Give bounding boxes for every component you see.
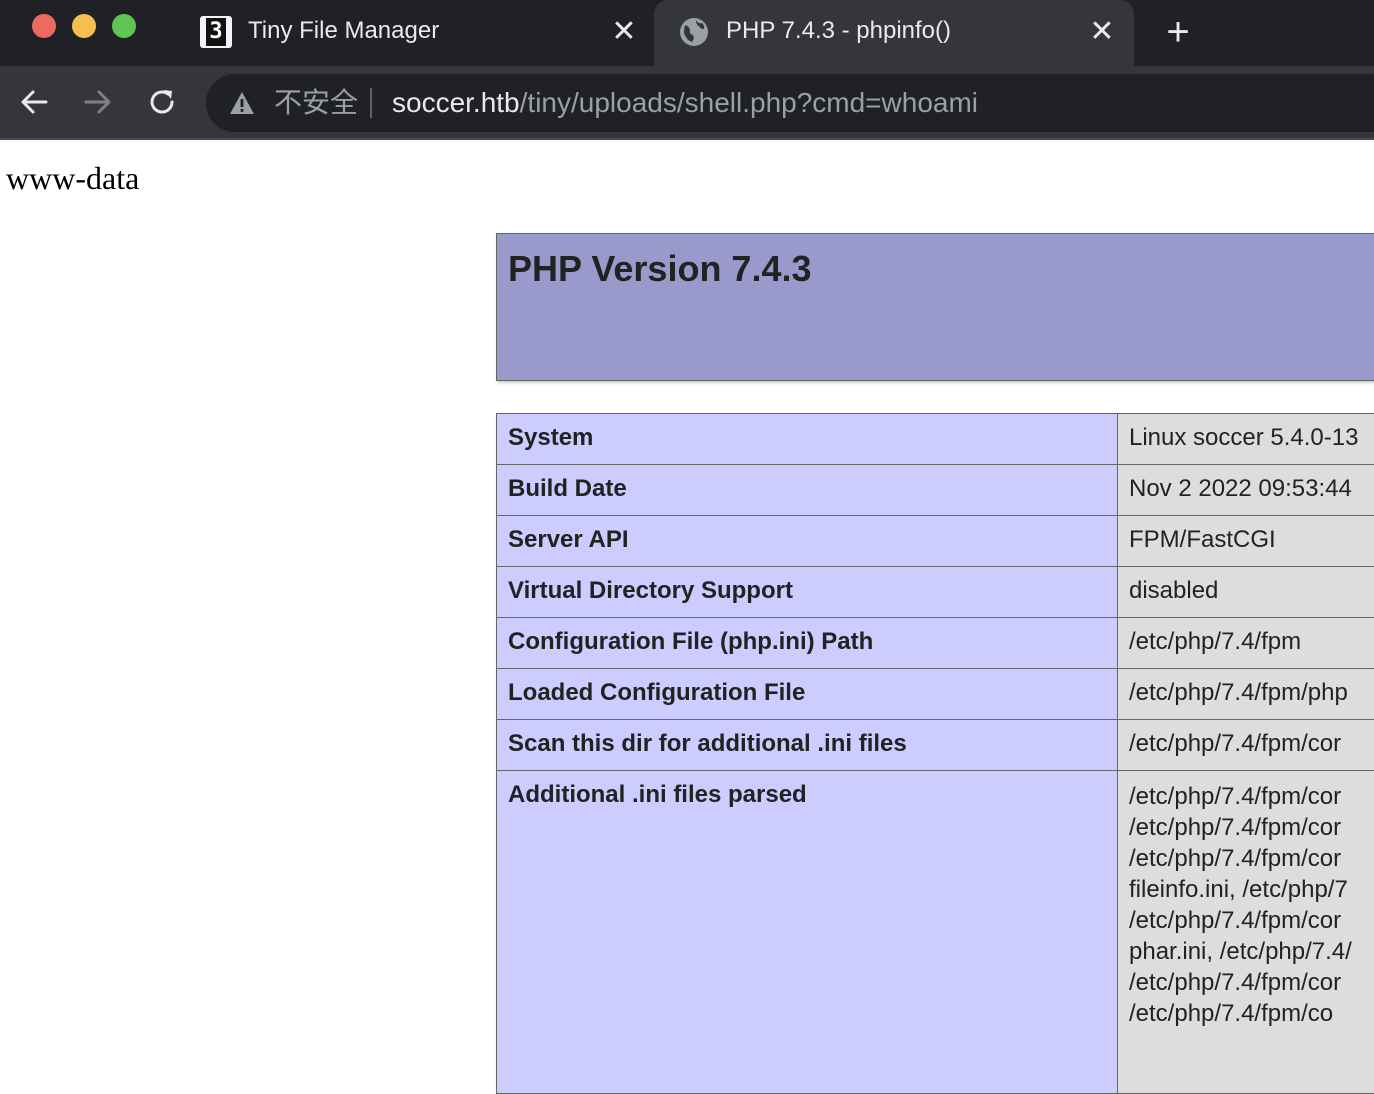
warning-icon[interactable] — [228, 90, 256, 116]
url-text[interactable]: soccer.htb/tiny/uploads/shell.php?cmd=wh… — [392, 87, 978, 119]
close-icon[interactable]: ✕ — [1088, 17, 1116, 47]
table-row: Scan this dir for additional .ini files … — [497, 720, 1374, 771]
table-row: Configuration File (php.ini) Path /etc/p… — [497, 618, 1374, 669]
row-value: /etc/php/7.4/fpm/cor — [1118, 720, 1374, 771]
value-line: phar.ini, /etc/php/7.4/ — [1129, 935, 1374, 968]
tab-phpinfo[interactable]: PHP 7.4.3 - phpinfo() ✕ — [654, 0, 1134, 66]
table-row: Build Date Nov 2 2022 09:53:44 — [497, 465, 1374, 516]
php-version-header: PHP Version 7.4.3 — [496, 233, 1374, 381]
reload-icon[interactable] — [144, 84, 180, 120]
row-value: Linux soccer 5.4.0-13 — [1118, 414, 1374, 465]
window-maximize-button[interactable] — [112, 14, 136, 38]
row-value: Nov 2 2022 09:53:44 — [1118, 465, 1374, 516]
globe-icon — [678, 16, 710, 48]
tiny-file-manager-logo-icon: 3 — [200, 16, 232, 48]
value-line: /etc/php/7.4/fpm/cor — [1129, 780, 1374, 813]
value-line: /etc/php/7.4/fpm/cor — [1129, 904, 1374, 937]
tab-tiny-file-manager[interactable]: 3 Tiny File Manager ✕ — [180, 0, 652, 66]
row-key: Build Date — [497, 465, 1118, 516]
url-path: /tiny/uploads/shell.php?cmd=whoami — [520, 87, 978, 118]
back-arrow-icon[interactable] — [16, 84, 52, 120]
window-minimize-button[interactable] — [72, 14, 96, 38]
value-line: /etc/php/7.4/fpm/cor — [1129, 842, 1374, 875]
value-line: fileinfo.ini, /etc/php/7 — [1129, 873, 1374, 906]
value-line: /etc/php/7.4/fpm/cor — [1129, 966, 1374, 999]
tab-title: PHP 7.4.3 - phpinfo() — [726, 17, 951, 45]
tab-title: Tiny File Manager — [248, 17, 439, 45]
table-row: Loaded Configuration File /etc/php/7.4/f… — [497, 669, 1374, 720]
security-status-label[interactable]: 不安全 — [274, 87, 358, 119]
row-key: Virtual Directory Support — [497, 567, 1118, 618]
row-key: Loaded Configuration File — [497, 669, 1118, 720]
row-value: disabled — [1118, 567, 1374, 618]
new-tab-button[interactable]: + — [1160, 14, 1196, 50]
row-key: Server API — [497, 516, 1118, 567]
row-key: System — [497, 414, 1118, 465]
forward-arrow-icon[interactable] — [80, 84, 116, 120]
command-output: www-data — [6, 160, 139, 197]
value-line: /etc/php/7.4/fpm/cor — [1129, 811, 1374, 844]
row-key: Configuration File (php.ini) Path — [497, 618, 1118, 669]
table-row: Additional .ini files parsed /etc/php/7.… — [497, 771, 1374, 1094]
php-version-title: PHP Version 7.4.3 — [508, 248, 812, 290]
value-line: /etc/php/7.4/fpm/co — [1129, 997, 1374, 1030]
row-key: Additional .ini files parsed — [497, 771, 1118, 1094]
row-value: FPM/FastCGI — [1118, 516, 1374, 567]
toolbar-divider — [0, 138, 1374, 140]
table-row: System Linux soccer 5.4.0-13 — [497, 414, 1374, 465]
omnibox-divider — [370, 88, 372, 118]
url-host: soccer.htb — [392, 87, 520, 118]
row-value: /etc/php/7.4/fpm — [1118, 618, 1374, 669]
row-value: /etc/php/7.4/fpm/php — [1118, 669, 1374, 720]
table-row: Virtual Directory Support disabled — [497, 567, 1374, 618]
tab-strip: 3 Tiny File Manager ✕ PHP 7.4.3 - phpinf… — [0, 0, 1374, 66]
window-close-button[interactable] — [32, 14, 56, 38]
close-icon[interactable]: ✕ — [610, 17, 638, 47]
row-key: Scan this dir for additional .ini files — [497, 720, 1118, 771]
row-value: /etc/php/7.4/fpm/cor /etc/php/7.4/fpm/co… — [1118, 771, 1374, 1094]
phpinfo-table: System Linux soccer 5.4.0-13 Build Date … — [496, 413, 1374, 1094]
table-row: Server API FPM/FastCGI — [497, 516, 1374, 567]
address-bar[interactable]: 不安全 soccer.htb/tiny/uploads/shell.php?cm… — [206, 74, 1374, 132]
browser-toolbar: 不安全 soccer.htb/tiny/uploads/shell.php?cm… — [0, 66, 1374, 138]
